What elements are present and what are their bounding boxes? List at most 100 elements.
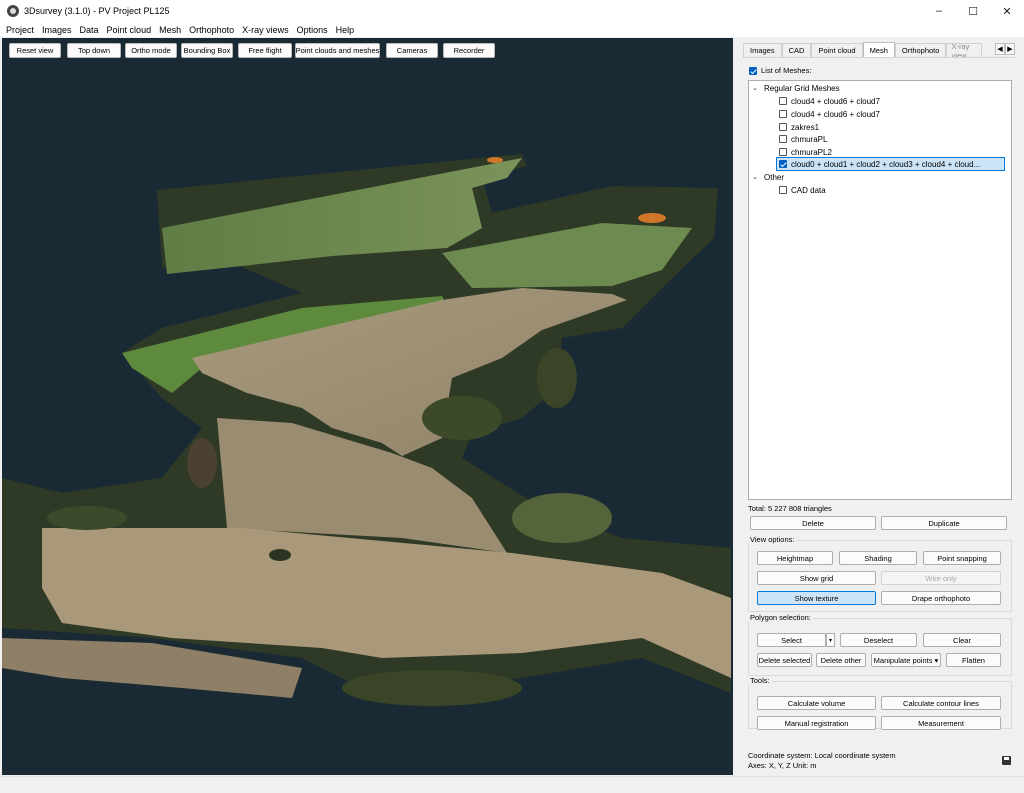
list-of-meshes-header: List of Meshes: bbox=[749, 66, 811, 75]
window-controls: – ☐ ✕ bbox=[922, 0, 1024, 22]
tree-item-mesh[interactable]: cloud4 + cloud6 + cloud7 bbox=[779, 95, 880, 107]
app-logo-icon bbox=[7, 5, 19, 17]
menu-options[interactable]: Options bbox=[297, 25, 328, 35]
flatten-button[interactable]: Flatten bbox=[946, 653, 1001, 667]
title-bar: 3Dsurvey (3.1.0) - PV Project PL125 – ☐ … bbox=[0, 0, 1024, 22]
manual-registration-button[interactable]: Manual registration bbox=[757, 716, 876, 730]
tab-x-ray-view[interactable]: X-ray view bbox=[946, 43, 983, 57]
chevron-down-icon[interactable]: ⌄ bbox=[751, 84, 759, 92]
shading-button[interactable]: Shading bbox=[839, 551, 917, 565]
mesh-item-label: cloud4 + cloud6 + cloud7 bbox=[791, 109, 880, 119]
drape-orthophoto-button[interactable]: Drape orthophoto bbox=[881, 591, 1001, 605]
deselect-button[interactable]: Deselect bbox=[840, 633, 917, 647]
bounding-box-button[interactable]: Bounding Box bbox=[181, 43, 233, 58]
triangle-total: Total: 5 227 808 triangles bbox=[748, 504, 832, 513]
mesh-item-label: chmuraPL bbox=[791, 134, 828, 144]
duplicate-button[interactable]: Duplicate bbox=[881, 516, 1007, 530]
menu-images[interactable]: Images bbox=[42, 25, 72, 35]
polygon-selection-group bbox=[748, 618, 1012, 676]
top-down-button[interactable]: Top down bbox=[67, 43, 121, 58]
mesh-tab-body: List of Meshes: ⌄ Regular Grid Meshes cl… bbox=[743, 57, 1015, 770]
mesh-checkbox[interactable] bbox=[779, 123, 787, 131]
calculate-contour-lines-button[interactable]: Calculate contour lines bbox=[881, 696, 1001, 710]
mesh-item-label: zakres1 bbox=[791, 122, 820, 132]
measurement-button[interactable]: Measurement bbox=[881, 716, 1001, 730]
wire-only-button: Wire only bbox=[881, 571, 1001, 585]
tab-images[interactable]: Images bbox=[743, 43, 782, 57]
heightmap-button[interactable]: Heightmap bbox=[757, 551, 833, 565]
tools-title: Tools: bbox=[748, 676, 772, 685]
mesh-checkbox[interactable] bbox=[779, 97, 787, 105]
point-clouds-and-meshes-button[interactable]: Point clouds and meshes bbox=[295, 43, 380, 58]
tree-group-label: Other bbox=[764, 172, 785, 182]
cameras-button[interactable]: Cameras bbox=[386, 43, 438, 58]
bottom-bar bbox=[0, 776, 1024, 793]
mesh-item-label: chmuraPL2 bbox=[791, 147, 832, 157]
select-button[interactable]: Select bbox=[757, 633, 826, 647]
cad-data-label: CAD data bbox=[791, 185, 826, 195]
menu-mesh[interactable]: Mesh bbox=[159, 25, 181, 35]
tree-item-mesh-selected[interactable]: cloud0 + cloud1 + cloud2 + cloud3 + clou… bbox=[776, 157, 1005, 171]
mesh-checkbox[interactable] bbox=[779, 110, 787, 118]
mesh-checkbox[interactable] bbox=[779, 135, 787, 143]
mesh-item-label: cloud0 + cloud1 + cloud2 + cloud3 + clou… bbox=[791, 159, 981, 169]
mesh-item-label: cloud4 + cloud6 + cloud7 bbox=[791, 96, 880, 106]
mesh-checkbox[interactable] bbox=[779, 148, 787, 156]
menu-help[interactable]: Help bbox=[336, 25, 355, 35]
tree-group-regular-grid-meshes[interactable]: ⌄ Regular Grid Meshes bbox=[751, 82, 840, 94]
tree-item-mesh[interactable]: chmuraPL2 bbox=[779, 146, 832, 158]
tab-point-cloud[interactable]: Point cloud bbox=[811, 43, 863, 57]
chevron-down-icon[interactable]: ⌄ bbox=[751, 173, 759, 181]
side-panel: Images CAD Point cloud Mesh Orthophoto X… bbox=[737, 38, 1020, 775]
clear-button[interactable]: Clear bbox=[923, 633, 1001, 647]
tab-mesh[interactable]: Mesh bbox=[862, 42, 895, 57]
menu-data[interactable]: Data bbox=[80, 25, 99, 35]
free-flight-button[interactable]: Free flight bbox=[238, 43, 292, 58]
tab-scroll-right-icon[interactable]: ▶ bbox=[1005, 43, 1015, 55]
menu-bar: Project Images Data Point cloud Mesh Ort… bbox=[0, 22, 1024, 37]
tab-scroll-arrows: ◀ ▶ bbox=[995, 43, 1015, 55]
tree-group-other[interactable]: ⌄ Other bbox=[751, 171, 784, 183]
polygon-selection-title: Polygon selection: bbox=[748, 613, 813, 622]
show-grid-button[interactable]: Show grid bbox=[757, 571, 876, 585]
delete-other-button[interactable]: Delete other bbox=[816, 653, 866, 667]
menu-project[interactable]: Project bbox=[6, 25, 34, 35]
axes-unit-text: Axes: X, Y, Z Unit: m bbox=[748, 760, 817, 770]
minimize-button[interactable]: – bbox=[922, 0, 956, 22]
delete-selected-button[interactable]: Delete selected bbox=[757, 653, 812, 667]
tab-scroll-left-icon[interactable]: ◀ bbox=[995, 43, 1005, 55]
tab-orthophoto[interactable]: Orthophoto bbox=[894, 43, 947, 57]
save-icon[interactable] bbox=[1002, 756, 1011, 765]
tree-item-mesh[interactable]: cloud4 + cloud6 + cloud7 bbox=[779, 108, 880, 120]
menu-orthophoto[interactable]: Orthophoto bbox=[189, 25, 234, 35]
recorder-button[interactable]: Recorder bbox=[443, 43, 495, 58]
ortho-mode-button[interactable]: Ortho mode bbox=[125, 43, 177, 58]
panel-tabs: Images CAD Point cloud Mesh Orthophoto X… bbox=[743, 42, 1015, 57]
mesh-tree[interactable]: ⌄ Regular Grid Meshes cloud4 + cloud6 + … bbox=[748, 80, 1012, 500]
menu-x-ray-views[interactable]: X-ray views bbox=[242, 25, 289, 35]
tree-item-mesh[interactable]: chmuraPL bbox=[779, 133, 827, 145]
cad-data-checkbox[interactable] bbox=[779, 186, 787, 194]
point-snapping-button[interactable]: Point snapping bbox=[923, 551, 1001, 565]
list-of-meshes-checkbox[interactable] bbox=[749, 66, 757, 75]
select-dropdown-chevron-icon[interactable]: ▾ bbox=[826, 633, 835, 647]
close-button[interactable]: ✕ bbox=[990, 0, 1024, 22]
reset-view-button[interactable]: Reset view bbox=[9, 43, 61, 58]
maximize-button[interactable]: ☐ bbox=[956, 0, 990, 22]
tree-item-mesh[interactable]: zakres1 bbox=[779, 121, 819, 133]
menu-point-cloud[interactable]: Point cloud bbox=[107, 25, 152, 35]
list-of-meshes-label: List of Meshes: bbox=[761, 66, 812, 75]
coordinate-system-text: Coordinate system: Local coordinate syst… bbox=[748, 751, 896, 760]
calculate-volume-button[interactable]: Calculate volume bbox=[757, 696, 876, 710]
show-texture-button[interactable]: Show texture bbox=[757, 591, 876, 605]
mesh-checkbox[interactable] bbox=[779, 160, 787, 168]
delete-button[interactable]: Delete bbox=[750, 516, 876, 530]
tree-item-cad-data[interactable]: CAD data bbox=[779, 184, 826, 196]
manipulate-points-button[interactable]: Manipulate points ▾ bbox=[871, 653, 941, 667]
view-options-title: View options: bbox=[748, 535, 797, 544]
window-title: 3Dsurvey (3.1.0) - PV Project PL125 bbox=[24, 6, 170, 16]
coordinate-status: Coordinate system: Local coordinate syst… bbox=[748, 751, 896, 770]
tab-cad[interactable]: CAD bbox=[781, 43, 812, 57]
3d-viewport[interactable]: Reset view Top down Ortho mode Bounding … bbox=[2, 38, 733, 775]
terrain-mesh-render bbox=[2, 154, 731, 706]
